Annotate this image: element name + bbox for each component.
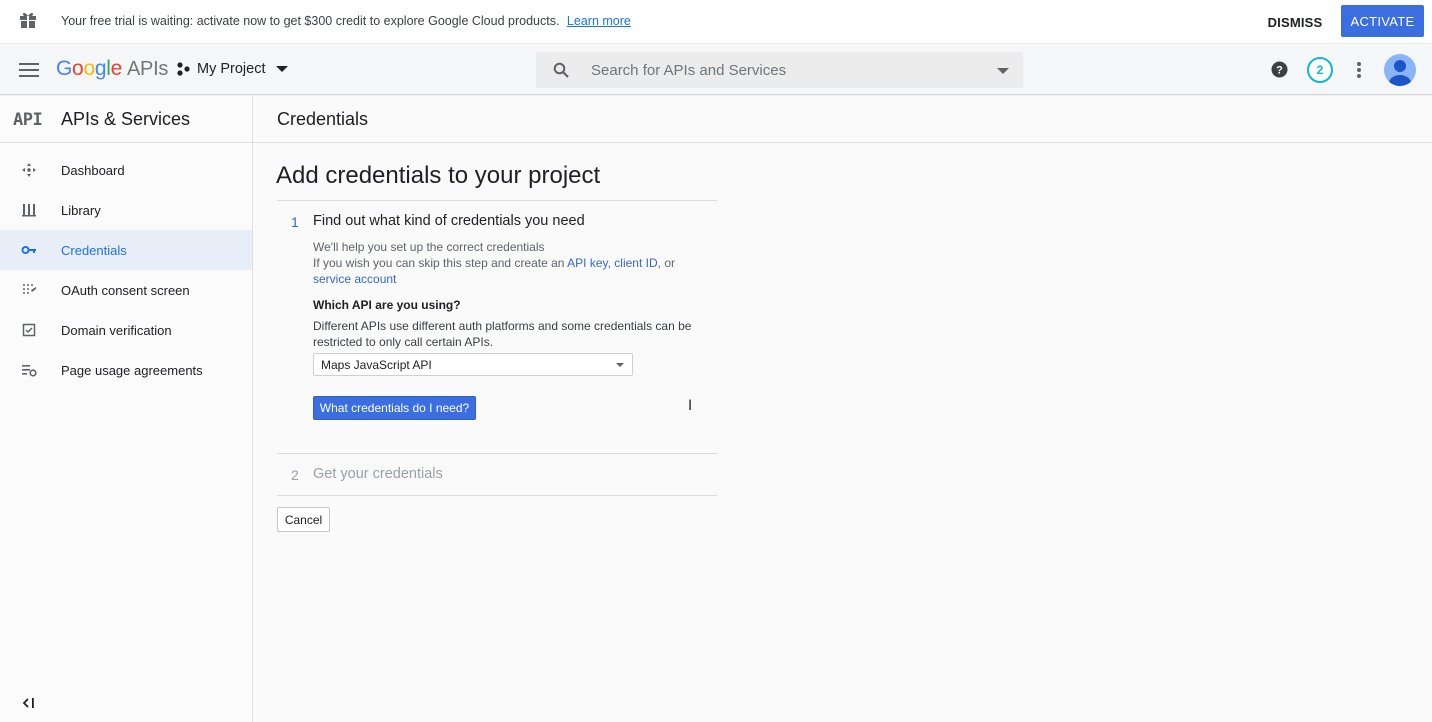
step-1-intro: We'll help you set up the correct creden…	[313, 240, 545, 254]
search-dropdown-icon[interactable]	[997, 68, 1009, 74]
sidebar-nav: Dashboard Library Credentials OAuth cons…	[0, 150, 252, 390]
sidebar-title: APIs & Services	[61, 109, 191, 129]
sidebar: API APIs & Services Dashboard Library Cr…	[0, 96, 253, 722]
key-icon	[21, 246, 36, 254]
collapse-sidebar-icon[interactable]	[22, 696, 36, 710]
api-description: Different APIs use different auth platfo…	[313, 319, 692, 349]
sidebar-item-library[interactable]: Library	[0, 190, 252, 230]
sidebar-header: API APIs & Services	[0, 96, 252, 143]
more-options-icon[interactable]	[1356, 62, 1362, 78]
google-apis-logo[interactable]: Google APIs	[56, 57, 168, 81]
page-breadcrumb: Credentials	[277, 109, 369, 129]
project-name: My Project	[197, 61, 266, 77]
chevron-down-icon	[275, 66, 288, 72]
activate-button[interactable]: ACTIVATE	[1341, 5, 1424, 37]
api-question-label: Which API are you using?	[313, 298, 461, 312]
main-content: Add credentials to your project 1 Find o…	[253, 143, 1432, 722]
search-bar[interactable]	[536, 52, 1023, 88]
gift-icon	[20, 12, 36, 28]
api-select-value: Maps JavaScript API	[321, 358, 432, 372]
top-header: GoogleAPIs My Project ? 2	[0, 45, 1432, 95]
what-credentials-button[interactable]: What credentials do I need?	[313, 396, 476, 420]
api-select[interactable]: Maps JavaScript API	[313, 353, 633, 376]
sidebar-item-label: Credentials	[61, 243, 127, 258]
library-icon	[22, 204, 36, 217]
service-account-link[interactable]: service account	[313, 272, 396, 286]
learn-more-link[interactable]: Learn more	[567, 14, 631, 28]
notifications-badge[interactable]: 2	[1307, 57, 1333, 83]
step-2-title[interactable]: Get your credentials	[313, 466, 443, 482]
sidebar-item-label: Domain verification	[61, 323, 172, 338]
page-title: Add credentials to your project	[276, 162, 601, 189]
sidebar-item-dashboard[interactable]: Dashboard	[0, 150, 252, 190]
api-logo-icon: API	[13, 110, 43, 130]
trial-message-text: Your free trial is waiting: activate now…	[61, 14, 560, 28]
dashboard-icon	[22, 163, 36, 177]
cancel-button[interactable]: Cancel	[277, 507, 330, 532]
step-1-title: Find out what kind of credentials you ne…	[313, 213, 585, 229]
text-cursor-icon: I	[688, 398, 693, 414]
user-icon	[1389, 60, 1411, 86]
sidebar-item-label: Dashboard	[61, 163, 125, 178]
sidebar-item-label: OAuth consent screen	[61, 283, 190, 298]
sidebar-item-page-usage-agreements[interactable]: Page usage agreements	[0, 350, 252, 390]
trial-message: Your free trial is waiting: activate now…	[61, 14, 631, 28]
help-icon[interactable]: ?	[1271, 61, 1288, 78]
search-icon	[553, 62, 569, 78]
skip-text: If you wish you can skip this step and c…	[313, 256, 568, 270]
breadcrumb: Credentials	[253, 96, 1432, 143]
service-account-line: service account	[313, 271, 396, 287]
title-divider	[277, 200, 717, 201]
separator-text: , or	[657, 256, 675, 270]
client-id-link[interactable]: client ID	[614, 256, 657, 270]
project-dots-icon	[177, 62, 190, 76]
sidebar-item-label: Page usage agreements	[61, 363, 203, 378]
avatar[interactable]	[1384, 54, 1416, 86]
checkbox-icon	[22, 323, 36, 337]
search-input[interactable]	[591, 58, 981, 82]
consent-icon	[23, 284, 36, 294]
step-divider	[277, 453, 717, 454]
project-selector[interactable]: My Project	[176, 61, 288, 77]
step-1-skip-text: If you wish you can skip this step and c…	[313, 255, 675, 271]
settings-list-icon	[22, 365, 37, 377]
sidebar-item-label: Library	[61, 203, 101, 218]
step-1-number: 1	[291, 214, 299, 230]
dismiss-button[interactable]: DISMISS	[1262, 8, 1328, 36]
svg-text:?: ?	[1276, 65, 1283, 77]
chevron-down-icon	[616, 363, 624, 367]
step-2-number: 2	[291, 467, 299, 483]
hamburger-menu-icon[interactable]	[19, 63, 39, 77]
trial-banner: Your free trial is waiting: activate now…	[0, 0, 1432, 44]
sidebar-item-domain-verification[interactable]: Domain verification	[0, 310, 252, 350]
sidebar-item-credentials[interactable]: Credentials	[0, 230, 252, 270]
sidebar-item-oauth-consent[interactable]: OAuth consent screen	[0, 270, 252, 310]
api-key-link[interactable]: API key	[567, 256, 607, 270]
step-divider	[277, 495, 717, 496]
